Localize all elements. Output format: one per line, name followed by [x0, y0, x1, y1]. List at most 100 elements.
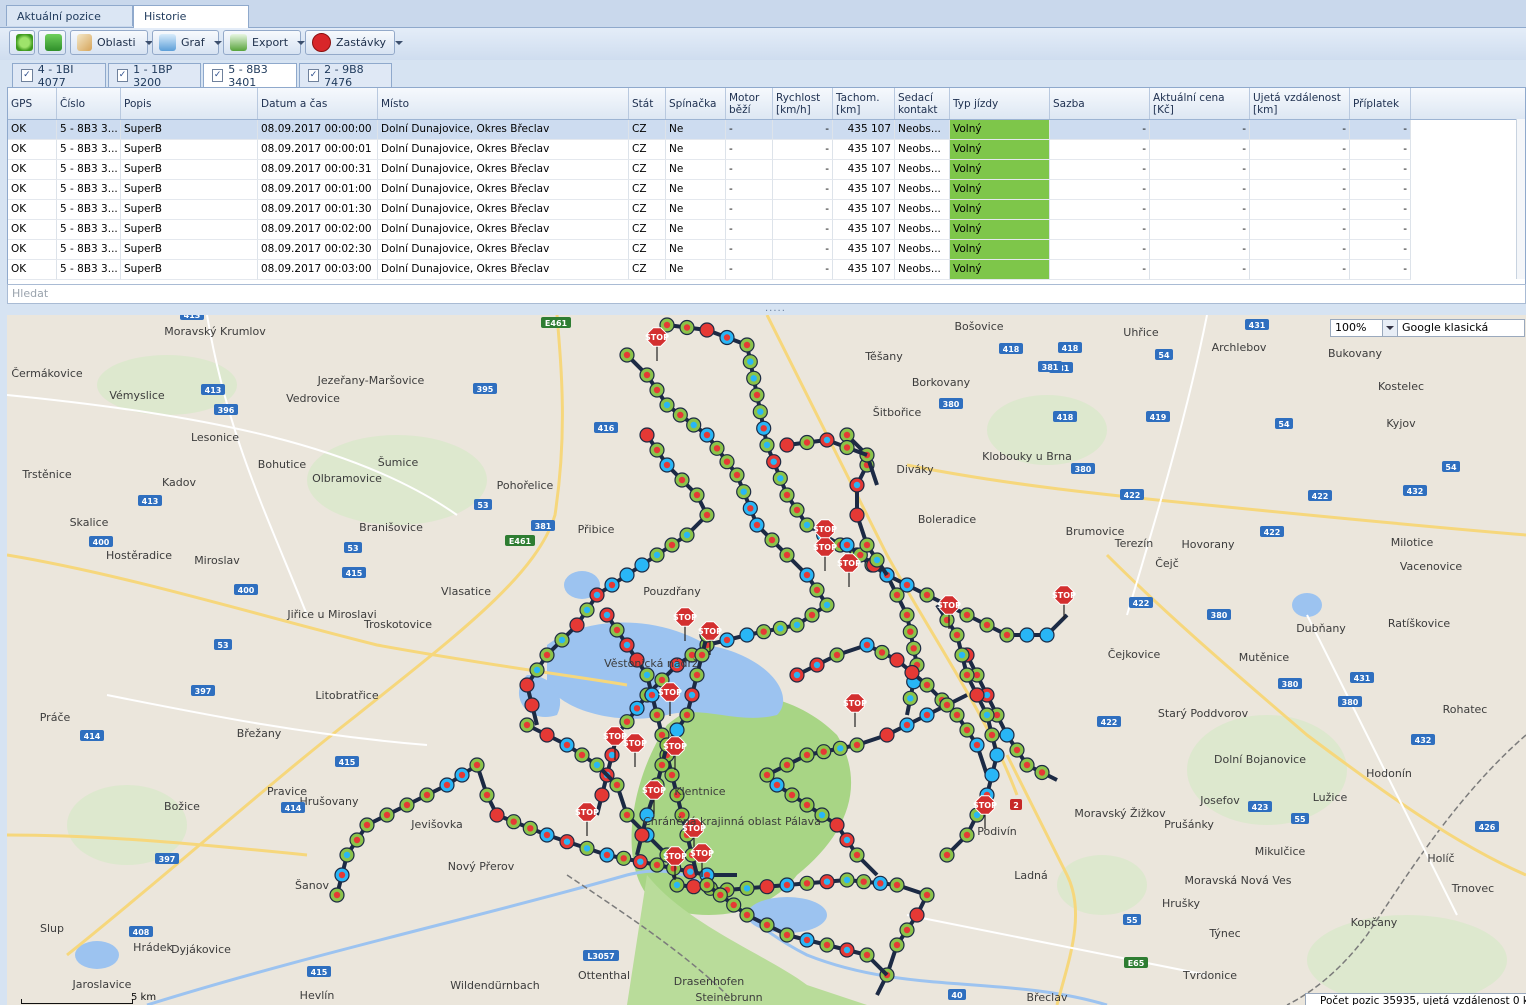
checkbox[interactable]: ✓	[308, 69, 320, 82]
road-shield-label: 380	[1342, 698, 1359, 707]
grid-scrollbar[interactable]	[1516, 119, 1525, 279]
search-input[interactable]: Hledat	[7, 284, 1526, 304]
map-type-select[interactable]: Google klasická	[1397, 319, 1525, 337]
table-cell: -	[1250, 200, 1350, 220]
zoom-value: 100%	[1335, 321, 1367, 334]
column-header[interactable]: Spínačka	[666, 88, 726, 119]
place-label: Dyjákovice	[171, 943, 231, 956]
table-cell: 5 - 8B3 3...	[57, 120, 121, 140]
table-row[interactable]: OK 5 - 8B3 3... SuperB 08.09.2017 00:01:00 D…	[8, 180, 1411, 200]
zastavky-button[interactable]: Zastávky	[305, 30, 404, 55]
stop-label: STOP	[663, 852, 687, 861]
route-point	[527, 825, 534, 832]
column-header[interactable]: Typ jízdy	[950, 88, 1050, 119]
route-point	[743, 631, 751, 639]
place-label: Skalice	[70, 516, 109, 529]
table-cell: Ne	[666, 160, 726, 180]
route-point	[528, 701, 536, 709]
place-label: Dubňany	[1296, 622, 1346, 635]
route-point	[983, 711, 991, 719]
route-point	[803, 880, 811, 887]
place-label: Vacenovice	[1400, 560, 1463, 573]
column-header[interactable]: Datum a čas	[258, 88, 378, 119]
export-button[interactable]: Export	[223, 30, 306, 55]
map-canvas[interactable]: STOPSTOPSTOPSTOPSTOPSTOPSTOPSTOPSTOPSTOP…	[7, 315, 1526, 1005]
route-point	[717, 891, 724, 899]
route-point	[723, 458, 731, 465]
table-cell: Neobs...	[895, 180, 950, 200]
route-point	[760, 628, 767, 635]
column-header[interactable]: Příplatek	[1350, 88, 1411, 119]
route-point	[763, 441, 771, 449]
stop-label: STOP	[623, 739, 647, 748]
table-cell: -	[1350, 160, 1411, 180]
route-point	[740, 488, 747, 495]
column-header[interactable]: Motor běží	[726, 88, 773, 119]
column-header[interactable]: Tachom. [km]	[833, 88, 895, 119]
column-header[interactable]: Stát	[629, 88, 666, 119]
table-cell: CZ	[629, 160, 666, 180]
tab-aktualni-pozice[interactable]: Aktuální pozice	[6, 5, 133, 26]
table-row[interactable]: OK 5 - 8B3 3... SuperB 08.09.2017 00:02:00 D…	[8, 220, 1411, 240]
table-cell: -	[1350, 220, 1411, 240]
table-cell: -	[726, 180, 773, 200]
table-row[interactable]: OK 5 - 8B3 3... SuperB 08.09.2017 00:00:31 D…	[8, 160, 1411, 180]
map-view[interactable]: STOP STOP STOP STOP STOP STOP STOP STOP STOP STOP…	[7, 315, 1526, 1005]
route-point	[658, 731, 666, 739]
table-row[interactable]: OK 5 - 8B3 3... SuperB 08.09.2017 00:00:00 D…	[8, 120, 1411, 140]
column-header[interactable]: Rychlost [km/h]	[773, 88, 833, 119]
table-row[interactable]: OK 5 - 8B3 3... SuperB 08.09.2017 00:01:30 D…	[8, 200, 1411, 220]
column-header[interactable]: Popis	[121, 88, 258, 119]
table-cell: -	[1250, 180, 1350, 200]
column-header[interactable]: Ujetá vzdálenost [km]	[1250, 88, 1350, 119]
table-cell: -	[1250, 140, 1350, 160]
route-point	[873, 556, 881, 564]
route-point	[760, 425, 767, 432]
place-label: Diváky	[896, 463, 934, 476]
table-cell: Dolní Dunajovice, Okres Břeclav	[378, 240, 629, 260]
stop-label: STOP	[690, 849, 714, 858]
table-row[interactable]: OK 5 - 8B3 3... SuperB 08.09.2017 00:00:01 D…	[8, 140, 1411, 160]
table-cell: SuperB	[121, 260, 258, 280]
vehicle-tab[interactable]: ✓ 2 - 9B8 7476	[299, 63, 392, 89]
zoom-select[interactable]: 100%	[1330, 319, 1398, 337]
column-header[interactable]: Místo	[378, 88, 629, 119]
splitter[interactable]: .....	[0, 303, 1526, 315]
route-point	[623, 571, 631, 579]
route-point	[678, 476, 686, 484]
road-shield-label: 418	[1003, 345, 1020, 354]
place-label: Starý Poddvorov	[1158, 707, 1249, 720]
route-point	[653, 446, 661, 454]
route-point	[803, 521, 811, 529]
graf-button[interactable]: Graf	[152, 30, 222, 55]
place-label: Holíč	[1427, 852, 1454, 865]
oblasti-button[interactable]: Oblasti	[70, 30, 153, 55]
column-header[interactable]: Číslo	[57, 88, 121, 119]
table-row[interactable]: OK 5 - 8B3 3... SuperB 08.09.2017 00:03:00 D…	[8, 260, 1411, 280]
stop-label: STOP	[937, 601, 961, 610]
stop-label: STOP	[673, 613, 697, 622]
route-point	[988, 731, 996, 739]
checkbox[interactable]: ✓	[212, 69, 224, 82]
route-point	[593, 591, 601, 599]
filter-button[interactable]	[38, 30, 66, 55]
chevron-down-icon[interactable]	[1382, 320, 1397, 336]
place-label: Jezeřany-Maršovice	[317, 374, 425, 387]
column-header[interactable]: Aktuální cena [Kč]	[1150, 88, 1250, 119]
vehicle-tab[interactable]: ✓ 1 - 1BP 3200	[108, 63, 201, 89]
route-point	[853, 851, 861, 859]
column-header[interactable]: GPS	[8, 88, 57, 119]
column-header[interactable]: Sedací kontakt	[895, 88, 950, 119]
column-header[interactable]: Sazba	[1050, 88, 1150, 119]
splitter-grip[interactable]: .....	[765, 303, 786, 314]
vehicle-tab[interactable]: ✓ 4 - 1BI 4077	[12, 63, 106, 89]
tab-historie-pozic[interactable]: Historie pozic↧✕	[133, 5, 249, 45]
table-row[interactable]: OK 5 - 8B3 3... SuperB 08.09.2017 00:02:30 D…	[8, 240, 1411, 260]
checkbox[interactable]: ✓	[117, 69, 129, 82]
route-point	[973, 691, 981, 699]
vehicle-tab-active[interactable]: ✓ 5 - 8B3 3401	[203, 63, 297, 89]
refresh-button[interactable]	[9, 30, 35, 55]
table-cell: Neobs...	[895, 120, 950, 140]
checkbox[interactable]: ✓	[21, 69, 33, 82]
place-label: Terezín	[1114, 537, 1153, 550]
